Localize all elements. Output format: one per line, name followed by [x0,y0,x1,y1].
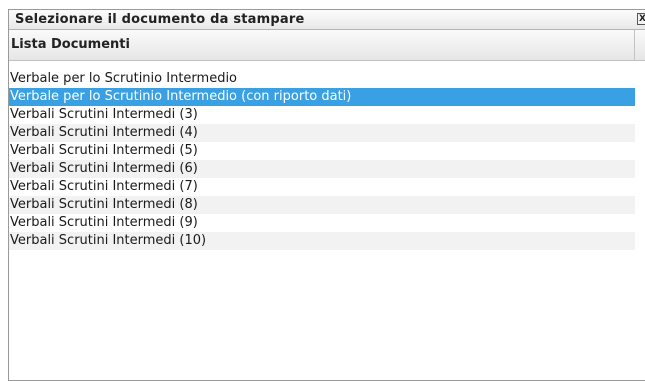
list-item[interactable]: Verbali Scrutini Intermedi (5) [9,142,635,160]
document-select-dialog: Selezionare il documento da stampare X L… [8,9,645,381]
list-item[interactable]: Verbale per lo Scrutinio Intermedio [9,70,635,88]
column-header-label: Lista Documenti [11,37,130,52]
list-item[interactable]: Verbali Scrutini Intermedi (3) [9,106,635,124]
document-list: Verbale per lo Scrutinio Intermedio Verb… [9,70,635,250]
dialog-titlebar[interactable]: Selezionare il documento da stampare X [9,10,645,30]
list-item[interactable]: Verbali Scrutini Intermedi (8) [9,196,635,214]
close-icon[interactable]: X [637,13,645,25]
list-item[interactable]: Verbali Scrutini Intermedi (10) [9,232,635,250]
list-item[interactable]: Verbali Scrutini Intermedi (6) [9,160,635,178]
list-item[interactable]: Verbali Scrutini Intermedi (7) [9,178,635,196]
list-header: Lista Documenti [9,30,645,61]
list-item[interactable]: Verbali Scrutini Intermedi (9) [9,214,635,232]
dialog-title: Selezionare il documento da stampare [15,12,305,27]
list-item[interactable]: Verbale per lo Scrutinio Intermedio (con… [9,88,635,106]
column-header-documents[interactable]: Lista Documenti [9,30,635,60]
list-item[interactable]: Verbali Scrutini Intermedi (4) [9,124,635,142]
